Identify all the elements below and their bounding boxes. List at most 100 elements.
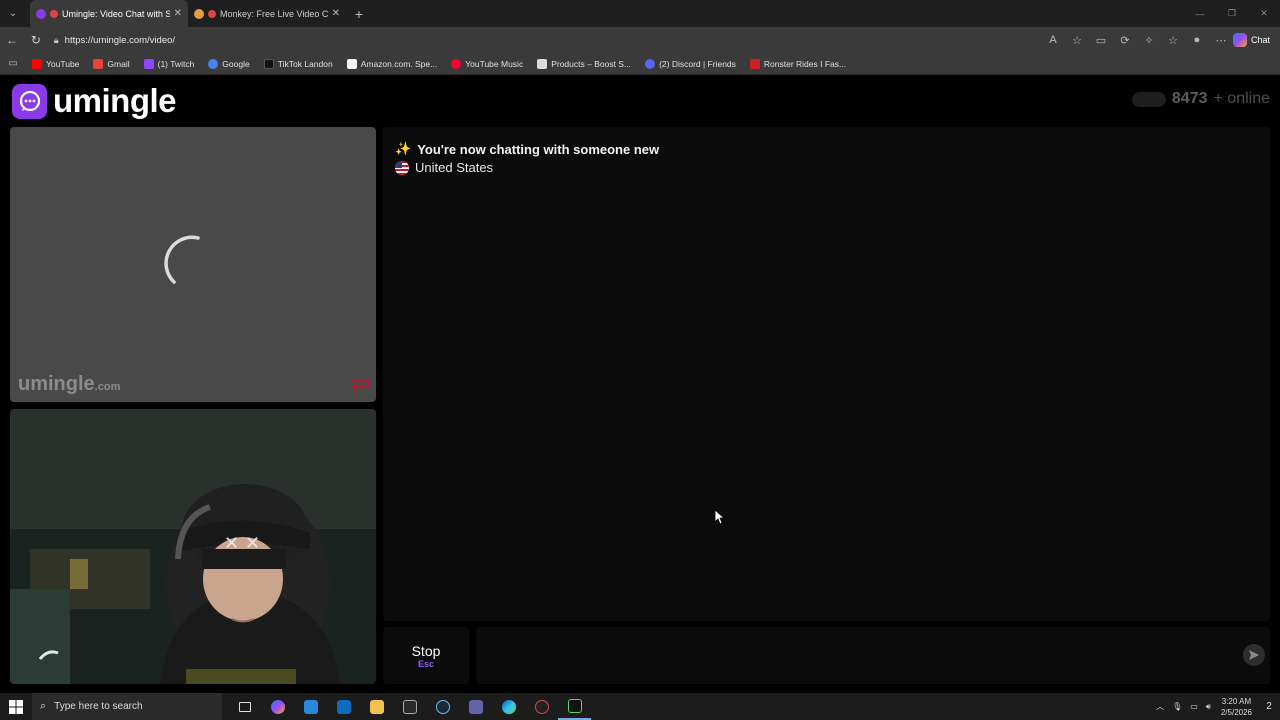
stop-button[interactable]: Stop Esc — [383, 627, 469, 684]
youtube-music-icon — [451, 58, 462, 69]
online-toggle-pill — [1131, 91, 1166, 107]
camera-icon[interactable]: ▭ — [1089, 34, 1113, 47]
monkey-favicon-icon — [194, 8, 204, 19]
gmail-icon — [93, 58, 104, 69]
self-webcam-panel: ✕ ✕ — [10, 409, 376, 684]
lock-icon[interactable]: 🔒︎ — [54, 35, 59, 46]
browser-tab-bar: ⌄ Umingle: Video Chat with Stra ✕ Monkey… — [0, 0, 1280, 27]
close-tab-icon[interactable]: ✕ — [174, 8, 182, 19]
bookmark-products[interactable]: Products – Boost S... — [537, 58, 631, 69]
favorite-star-icon[interactable]: ☆ — [1065, 34, 1089, 47]
refresh-icon[interactable]: ↻ — [24, 33, 48, 47]
profile-avatar-icon[interactable]: ● — [1185, 34, 1209, 46]
more-options-icon[interactable]: ⋯ — [1209, 34, 1233, 47]
extensions-icon[interactable]: ⟳ — [1113, 34, 1137, 47]
file-explorer-icon[interactable] — [360, 693, 393, 720]
clock[interactable]: 3:20 AM 2/5/2026 — [1221, 696, 1252, 718]
watermark: umingle.com — [18, 373, 120, 396]
microphone-icon[interactable]: 🎙︎ — [1172, 702, 1182, 711]
youtube-icon — [32, 58, 42, 69]
discord-icon — [645, 58, 656, 69]
bookmark-amazon[interactable]: Amazon.com. Spe... — [346, 58, 438, 69]
bookmark-youtube[interactable]: YouTube — [32, 58, 79, 69]
volume-icon[interactable]: 🔊︎ — [1206, 702, 1211, 712]
browser-tab-monkey[interactable]: Monkey: Free Live Video Chat ✕ — [188, 0, 346, 27]
mouse-cursor-icon — [715, 510, 725, 524]
ronster-icon — [749, 58, 760, 69]
maximize-icon[interactable]: ❐ — [1216, 0, 1248, 27]
watermark-domain: .com — [94, 381, 121, 393]
bookmark-gmail[interactable]: Gmail — [93, 58, 130, 69]
obs-icon[interactable] — [525, 693, 558, 720]
clock-time: 3:20 AM — [1221, 696, 1252, 706]
bookmark-tiktok[interactable]: TikTok Landon — [263, 58, 333, 69]
url-bar[interactable]: 🔒︎ https://umingle.com/video/ — [53, 30, 1041, 50]
chat-button-label: Chat — [1251, 35, 1271, 45]
report-flag-icon[interactable] — [352, 378, 370, 394]
bookmark-youtube-music[interactable]: YouTube Music — [451, 58, 524, 69]
location-text: United States — [415, 160, 494, 175]
tray-overflow-icon[interactable]: ︿ — [1156, 701, 1164, 712]
bookmark-label: Amazon.com. Spe... — [360, 58, 438, 69]
new-tab-button[interactable]: + — [346, 6, 372, 22]
window-controls: — ❐ ✕ — [1184, 0, 1280, 27]
notification-count: 2 — [1266, 701, 1272, 712]
chat-message-input[interactable] — [476, 627, 1270, 684]
bookmark-label: YouTube Music — [465, 58, 524, 69]
taskbar-apps — [228, 693, 591, 720]
close-window-icon[interactable]: ✕ — [1248, 0, 1280, 27]
twitch-icon — [143, 58, 154, 69]
edge-icon[interactable] — [492, 693, 525, 720]
bookmark-twitch[interactable]: (1) Twitch — [143, 58, 195, 69]
bookmark-google[interactable]: Google — [208, 58, 250, 69]
online-indicator: 8473 + online — [1131, 90, 1270, 108]
webcam-feed-image: ✕ ✕ — [10, 409, 376, 684]
svg-text:✕ ✕: ✕ ✕ — [224, 533, 260, 554]
recording-icon — [208, 9, 216, 18]
bookmarks-bar: ▭ YouTube Gmail (1) Twitch Google TikTok… — [0, 53, 1280, 75]
location-message: United States — [395, 160, 493, 175]
taskbar-search[interactable]: ⌕ Type here to search — [32, 693, 222, 720]
network-icon[interactable]: ▭ — [1190, 702, 1198, 711]
copilot-icon — [1233, 33, 1247, 47]
close-tab-icon[interactable]: ✕ — [332, 8, 340, 19]
umingle-logo[interactable]: umingle — [12, 82, 177, 120]
terminal-app-icon[interactable] — [558, 693, 591, 720]
outlook-icon[interactable] — [327, 693, 360, 720]
minimize-icon[interactable]: — — [1184, 0, 1216, 27]
collections-icon[interactable]: ▭ — [0, 58, 26, 69]
send-button[interactable] — [1243, 644, 1265, 666]
start-button[interactable] — [0, 699, 32, 714]
copilot-app-icon[interactable] — [261, 693, 294, 720]
clock-date: 2/5/2026 — [1220, 707, 1252, 717]
task-view-icon[interactable] — [228, 693, 261, 720]
favorites-icon[interactable]: ☆ — [1161, 34, 1185, 47]
bookmark-label: Gmail — [107, 58, 130, 69]
notification-center-icon[interactable]: 2 — [1258, 701, 1280, 712]
toolbar-icons: A ☆ ▭ ⟳ ✧ ☆ ● ⋯ — [1041, 34, 1233, 47]
back-icon[interactable]: ← — [0, 33, 24, 47]
tiktok-icon — [263, 58, 274, 69]
tab-actions-icon[interactable]: ⌄ — [0, 0, 26, 27]
bookmark-discord[interactable]: (2) Discord | Friends — [645, 58, 736, 69]
bookmark-label: (1) Twitch — [157, 58, 195, 69]
umingle-page: umingle 8473 + online umingle.com ✕ ✕ ✨ … — [0, 76, 1280, 688]
send-icon — [1249, 650, 1259, 660]
stop-label: Stop — [411, 642, 441, 659]
bookmark-label: Google — [222, 58, 250, 69]
teams-icon[interactable] — [459, 693, 492, 720]
steam-icon[interactable] — [426, 693, 459, 720]
store-icon[interactable] — [294, 693, 327, 720]
sparkles-icon: ✨ — [395, 141, 412, 156]
copilot-chat-button[interactable]: Chat — [1233, 33, 1280, 47]
read-aloud-icon[interactable]: A — [1041, 34, 1065, 46]
tab-title: Monkey: Free Live Video Chat — [220, 8, 328, 19]
epic-games-icon[interactable] — [393, 693, 426, 720]
brand-name: umingle — [53, 82, 177, 119]
watermark-brand: umingle — [18, 373, 95, 395]
url-text: https://umingle.com/video/ — [64, 34, 176, 46]
bookmark-ronster[interactable]: Ronster Rides I Fas... — [749, 58, 846, 69]
browser-tab-umingle[interactable]: Umingle: Video Chat with Stra ✕ — [30, 0, 188, 27]
umingle-favicon-icon — [36, 8, 46, 19]
puzzle-icon[interactable]: ✧ — [1137, 34, 1161, 47]
